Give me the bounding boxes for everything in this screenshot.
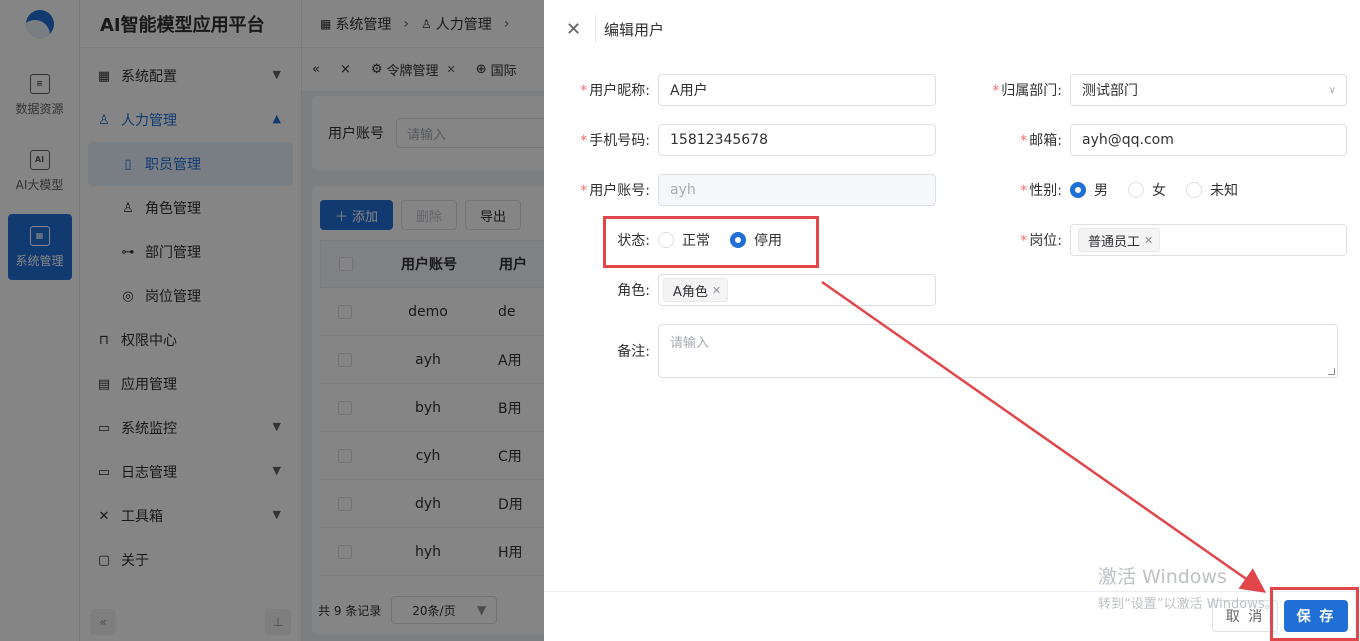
field-label: 备注: <box>617 344 650 360</box>
annotation-highlight-status <box>603 216 819 268</box>
required-mark: * <box>1020 133 1028 149</box>
header-divider <box>595 15 596 43</box>
field-label: * 岗位: <box>956 230 1070 250</box>
windows-watermark: 激活 Windows 转到“设置”以激活 Windows。 <box>1098 562 1278 612</box>
post-select[interactable]: 普通员工 ✕ <box>1070 224 1347 256</box>
modal-overlay[interactable] <box>0 0 544 641</box>
drawer-title: 编辑用户 <box>604 20 665 39</box>
drawer-header: ✕ 编辑用户 <box>544 0 1360 58</box>
tag-label: 普通员工 <box>1088 234 1141 250</box>
field-label: * 归属部门: <box>956 80 1070 100</box>
select-value: 测试部门 <box>1082 83 1138 99</box>
account-input: ayh <box>658 174 936 206</box>
radio-dot <box>1128 182 1144 198</box>
close-icon[interactable]: ✕ <box>712 284 721 297</box>
field-label: * 用户账号: <box>544 180 658 200</box>
field-label: * 手机号码: <box>544 130 658 150</box>
gender-radio-male[interactable]: 男 <box>1070 180 1108 200</box>
dept-select[interactable]: 测试部门 ∨ <box>1070 74 1347 106</box>
field-label: * 性别: <box>956 180 1070 200</box>
phone-input[interactable]: 15812345678 <box>658 124 936 156</box>
field-label: * 邮箱: <box>956 130 1070 150</box>
field-label: 角色: <box>617 283 650 299</box>
post-row: * 岗位: 普通员工 ✕ <box>956 224 1347 256</box>
role-select[interactable]: A角色 ✕ <box>658 274 936 306</box>
email-input[interactable]: ayh@qq.com <box>1070 124 1347 156</box>
radio-label: 女 <box>1152 183 1166 199</box>
annotation-highlight-save <box>1270 587 1359 641</box>
radio-label: 男 <box>1094 183 1108 199</box>
tag-label: A角色 <box>673 284 708 300</box>
radio-dot <box>1186 182 1202 198</box>
required-mark: * <box>992 83 1000 99</box>
required-mark: * <box>580 183 588 199</box>
label-text: 邮箱: <box>1029 133 1062 149</box>
phone-row: * 手机号码: 15812345678 <box>544 124 936 156</box>
email-row: * 邮箱: ayh@qq.com <box>956 124 1347 156</box>
role-row: 角色: A角色 ✕ <box>544 274 936 306</box>
dept-row: * 归属部门: 测试部门 ∨ <box>956 74 1347 106</box>
gender-row: * 性别: 男 女 未知 <box>956 174 1258 206</box>
radio-dot <box>1070 182 1086 198</box>
remark-textarea[interactable]: 请输入 <box>658 324 1338 378</box>
required-mark: * <box>580 83 588 99</box>
watermark-line1: 激活 Windows <box>1098 566 1227 588</box>
post-tag: 普通员工 ✕ <box>1078 228 1161 252</box>
label-text: 用户昵称: <box>589 83 650 99</box>
radio-label: 未知 <box>1210 183 1238 199</box>
label-text: 归属部门: <box>1001 83 1062 99</box>
required-mark: * <box>1020 183 1028 199</box>
nickname-input[interactable]: A用户 <box>658 74 936 106</box>
required-mark: * <box>580 133 588 149</box>
remark-row: 备注: 请输入 <box>544 324 1338 378</box>
role-tag: A角色 ✕ <box>663 278 729 302</box>
gender-radio-female[interactable]: 女 <box>1128 180 1166 200</box>
watermark-line2: 转到“设置”以激活 Windows。 <box>1098 597 1278 612</box>
close-icon[interactable]: ✕ <box>1144 234 1153 247</box>
label-text: 手机号码: <box>589 133 650 149</box>
chevron-down-icon: ∨ <box>1328 84 1336 96</box>
nickname-row: * 用户昵称: A用户 <box>544 74 936 106</box>
gender-radio-unknown[interactable]: 未知 <box>1186 180 1238 200</box>
edit-user-drawer: ✕ 编辑用户 * 用户昵称: A用户 * 归属部门: 测试部门 ∨ * 手机号码: 15… <box>544 0 1360 641</box>
label-text: 岗位: <box>1029 233 1062 249</box>
close-icon[interactable]: ✕ <box>566 19 586 40</box>
field-label: * 用户昵称: <box>544 80 658 100</box>
label-text: 用户账号: <box>589 183 650 199</box>
required-mark: * <box>1020 233 1028 249</box>
label-text: 性别: <box>1029 183 1062 199</box>
account-row: * 用户账号: ayh <box>544 174 936 206</box>
